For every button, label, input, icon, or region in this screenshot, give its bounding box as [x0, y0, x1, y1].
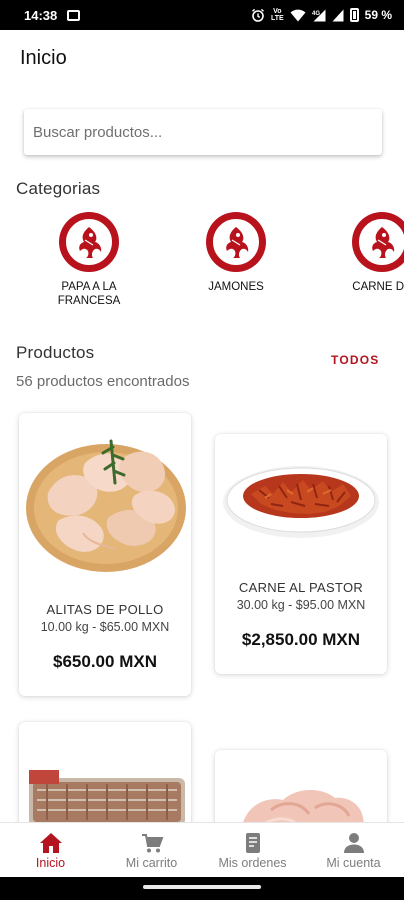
- search-input[interactable]: [24, 109, 382, 155]
- see-all-products-link[interactable]: TODOS: [331, 353, 379, 367]
- brand-logo-icon: [206, 212, 266, 272]
- raw-meat-image: [241, 789, 364, 830]
- page-title: Inicio: [20, 47, 67, 69]
- categories-carousel[interactable]: PAPA A LA FRANCESA JAMONES CARNE DE: [0, 212, 404, 322]
- chicken-wings-image: [26, 439, 186, 572]
- product-price: $650.00 MXN: [53, 652, 157, 671]
- nav-item-mis-ordenes[interactable]: Mis ordenes: [202, 823, 303, 877]
- nav-label: Mis ordenes: [218, 856, 287, 870]
- category-label: PAPA A LA FRANCESA: [57, 281, 121, 307]
- pastor-meat-image: [223, 466, 379, 538]
- home-gesture-handle[interactable]: [143, 885, 261, 889]
- category-item[interactable]: CARNE DE: [322, 212, 404, 294]
- wifi-icon: [290, 9, 306, 21]
- product-name: ALITAS DE POLLO: [46, 602, 164, 617]
- nav-item-inicio[interactable]: Inicio: [0, 823, 101, 877]
- bottom-navigation: Inicio Mi carrito Mis ordenes Mi cuenta: [0, 822, 404, 877]
- categories-heading: Categorias: [16, 179, 101, 198]
- home-icon: [39, 833, 62, 853]
- cart-icon: [141, 834, 163, 853]
- search-box[interactable]: [24, 109, 382, 155]
- nav-label: Mi carrito: [125, 856, 178, 870]
- alarm-icon: [251, 8, 264, 22]
- product-name: CARNE AL PASTOR: [238, 580, 364, 595]
- battery-icon: [349, 8, 359, 22]
- status-bar: 14:38 Vo LTE 4G 59 %: [0, 0, 404, 30]
- product-price: $2,850.00 MXN: [241, 630, 361, 649]
- product-detail: 10.00 kg - $65.00 MXN: [40, 620, 170, 634]
- category-item[interactable]: PAPA A LA FRANCESA: [29, 212, 149, 308]
- battery-level: 59 %: [364, 8, 392, 22]
- product-card[interactable]: CARNE AL PASTOR 30.00 kg - $95.00 MXN $2…: [215, 434, 387, 674]
- nav-label: Mi cuenta: [326, 856, 381, 870]
- products-heading: Productos: [16, 343, 95, 362]
- status-time: 14:38: [24, 7, 58, 23]
- category-item[interactable]: JAMONES: [176, 212, 296, 294]
- products-count: 56 productos encontrados: [16, 373, 190, 390]
- category-label: JAMONES: [208, 281, 264, 293]
- brand-logo-icon: [59, 212, 119, 272]
- product-detail: 30.00 kg - $95.00 MXN: [236, 598, 366, 612]
- nav-item-mi-carrito[interactable]: Mi carrito: [101, 823, 202, 877]
- orders-icon: [245, 833, 260, 853]
- nav-item-mi-cuenta[interactable]: Mi cuenta: [303, 823, 404, 877]
- signal-icon: 4G: [312, 9, 326, 21]
- product-card[interactable]: ALITAS DE POLLO 10.00 kg - $65.00 MXN $6…: [19, 413, 191, 696]
- packaged-meat-image: [29, 770, 185, 826]
- nav-label: Inicio: [35, 856, 66, 870]
- volte-icon: Vo LTE: [270, 8, 284, 22]
- message-notification-icon: [67, 9, 81, 21]
- signal-icon-2: [332, 9, 344, 21]
- account-icon: [343, 833, 364, 853]
- brand-logo-icon: [352, 212, 404, 272]
- system-gesture-bar: [0, 877, 404, 900]
- category-label: CARNE DE: [352, 281, 404, 293]
